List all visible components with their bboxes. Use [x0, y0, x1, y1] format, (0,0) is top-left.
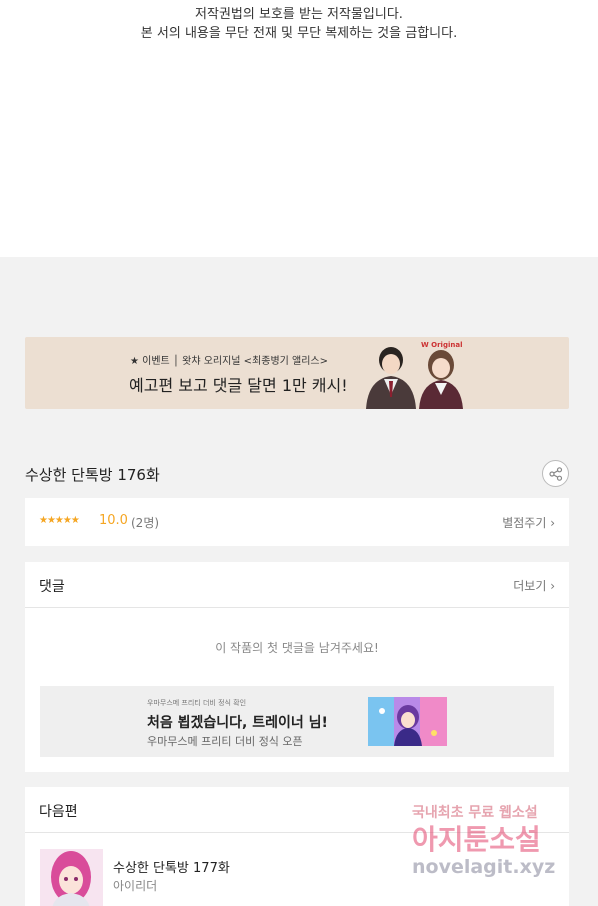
- ad-title: 처음 뵙겠습니다, 트레이너 님!: [147, 715, 328, 731]
- comments-empty-text[interactable]: 이 작품의 첫 댓글을 남겨주세요!: [25, 639, 569, 656]
- comments-more-link[interactable]: 더보기 ›: [513, 577, 555, 594]
- comments-card: 댓글 더보기 › 이 작품의 첫 댓글을 남겨주세요! 우마무스메 프리티 더비…: [25, 562, 569, 772]
- ad-small-text: 우마무스메 프리티 더비 정식 확인: [147, 699, 247, 707]
- rating-card: ★★★★★ 10.0 (2명) 별점주기 ›: [25, 498, 569, 546]
- comments-heading: 댓글: [39, 579, 65, 595]
- episode-title: 수상한 단톡방 176화: [25, 466, 160, 484]
- event-banner[interactable]: ★ 이벤트 │ 왓챠 오리지널 <최종병기 앨리스> 예고편 보고 댓글 달면 …: [25, 337, 569, 409]
- banner-small-text: ★ 이벤트 │ 왓챠 오리지널 <최종병기 앨리스>: [130, 356, 329, 367]
- ad-subtitle: 우마무스메 프리티 더비 정식 오픈: [147, 735, 303, 748]
- next-episode-heading: 다음편: [39, 804, 78, 820]
- copyright-line-1: 저작권법의 보호를 받는 저작물입니다.: [195, 7, 403, 22]
- next-episode-title: 수상한 단톡방 177화: [113, 861, 230, 876]
- rating-count: (2명): [131, 516, 160, 530]
- next-episode-card[interactable]: 다음편 수상한 단톡방 177화 아이리더: [25, 787, 569, 906]
- episode-title-bar: 수상한 단톡방 176화: [25, 460, 569, 487]
- next-episode-author: 아이리더: [113, 879, 158, 893]
- comments-header: 댓글 더보기 ›: [25, 562, 569, 608]
- banner-character-girl: [419, 350, 463, 409]
- share-icon: [549, 467, 563, 481]
- share-button[interactable]: [542, 460, 569, 487]
- rating-score: 10.0: [99, 513, 128, 528]
- next-episode-thumbnail: [40, 849, 103, 906]
- copyright-notice: 저작권법의 보호를 받는 저작물입니다. 본 서의 내용을 무단 전재 및 무단…: [0, 0, 598, 257]
- game-ad-banner[interactable]: 우마무스메 프리티 더비 정식 확인 처음 뵙겠습니다, 트레이너 님! 우마무…: [40, 686, 554, 757]
- copyright-line-2: 본 서의 내용을 무단 전재 및 무단 복제하는 것을 금합니다.: [140, 26, 458, 41]
- next-episode-header: 다음편: [25, 787, 569, 833]
- banner-character-boy: [366, 347, 416, 409]
- rating-stars: ★★★★★: [39, 515, 80, 526]
- ad-thumbnail-image: [368, 697, 447, 746]
- banner-headline: 예고편 보고 댓글 달면 1만 캐시!: [129, 376, 348, 395]
- rate-button[interactable]: 별점주기 ›: [502, 514, 555, 531]
